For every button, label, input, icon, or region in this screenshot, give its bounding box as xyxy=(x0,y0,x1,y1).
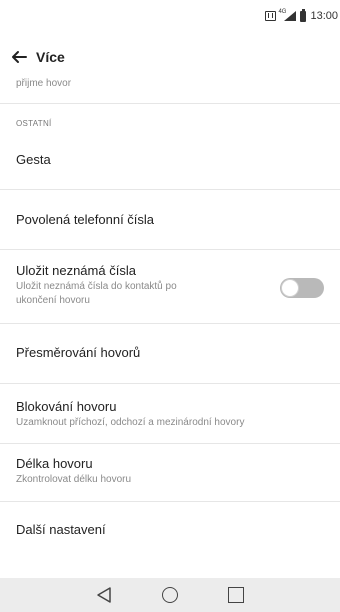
list-item-save-unknown[interactable]: Uložit neznámá čísla Uložit neznámá čísl… xyxy=(0,250,340,324)
app-bar: Více xyxy=(0,40,340,74)
section-header-label: OSTATNÍ xyxy=(16,119,52,128)
nav-home-icon xyxy=(162,587,178,603)
back-arrow-icon xyxy=(12,51,27,63)
nav-recent-button[interactable] xyxy=(226,586,246,604)
nav-home-button[interactable] xyxy=(160,586,180,604)
item-title: Přesměrování hovorů xyxy=(16,345,141,360)
list-item-call-duration[interactable]: Délka hovoru Zkontrolovat délku hovoru xyxy=(0,444,340,502)
signal-icon xyxy=(278,9,297,21)
item-title: Další nastavení xyxy=(16,522,106,537)
item-title: Blokování hovoru xyxy=(16,399,117,414)
item-subtitle: Uzamknout příchozí, odchozí a mezinárodn… xyxy=(16,417,245,428)
list-item-fdn[interactable]: Povolená telefonní čísla xyxy=(0,190,340,250)
list-item-call-forwarding[interactable]: Přesměrování hovorů xyxy=(0,324,340,384)
clock: 13:00 xyxy=(310,10,338,22)
settings-list: přijme hovor OSTATNÍ Gesta Povolená tele… xyxy=(0,74,340,562)
item-title: Gesta xyxy=(16,152,51,167)
partial-item-label: přijme hovor xyxy=(16,78,72,89)
nav-back-icon xyxy=(97,587,111,603)
item-title: Délka hovoru xyxy=(16,456,93,471)
nav-back-button[interactable] xyxy=(94,586,114,604)
item-title: Povolená telefonní čísla xyxy=(16,212,155,227)
section-header: OSTATNÍ xyxy=(0,104,340,132)
status-icons: 13:00 xyxy=(265,8,338,22)
battery-icon xyxy=(300,8,307,22)
list-item-partial[interactable]: přijme hovor xyxy=(0,74,340,104)
item-subtitle: ukončení hovoru xyxy=(16,295,90,306)
nav-recent-icon xyxy=(228,587,244,603)
status-bar: 13:00 xyxy=(0,0,340,30)
item-title: Uložit neznámá čísla xyxy=(16,263,136,278)
save-unknown-toggle[interactable] xyxy=(280,278,324,298)
list-item-gesta[interactable]: Gesta xyxy=(0,132,340,190)
navigation-bar xyxy=(0,578,340,612)
list-item-call-barring[interactable]: Blokování hovoru Uzamknout příchozí, odc… xyxy=(0,384,340,444)
back-button[interactable] xyxy=(2,40,36,74)
item-subtitle: Zkontrolovat délku hovoru xyxy=(16,474,132,485)
list-item-more-settings[interactable]: Další nastavení xyxy=(0,502,340,562)
toggle-knob xyxy=(281,279,299,297)
item-subtitle: Uložit neznámá čísla do kontaktů po xyxy=(16,281,177,292)
page-title: Více xyxy=(36,49,65,65)
nfc-icon xyxy=(265,11,277,21)
